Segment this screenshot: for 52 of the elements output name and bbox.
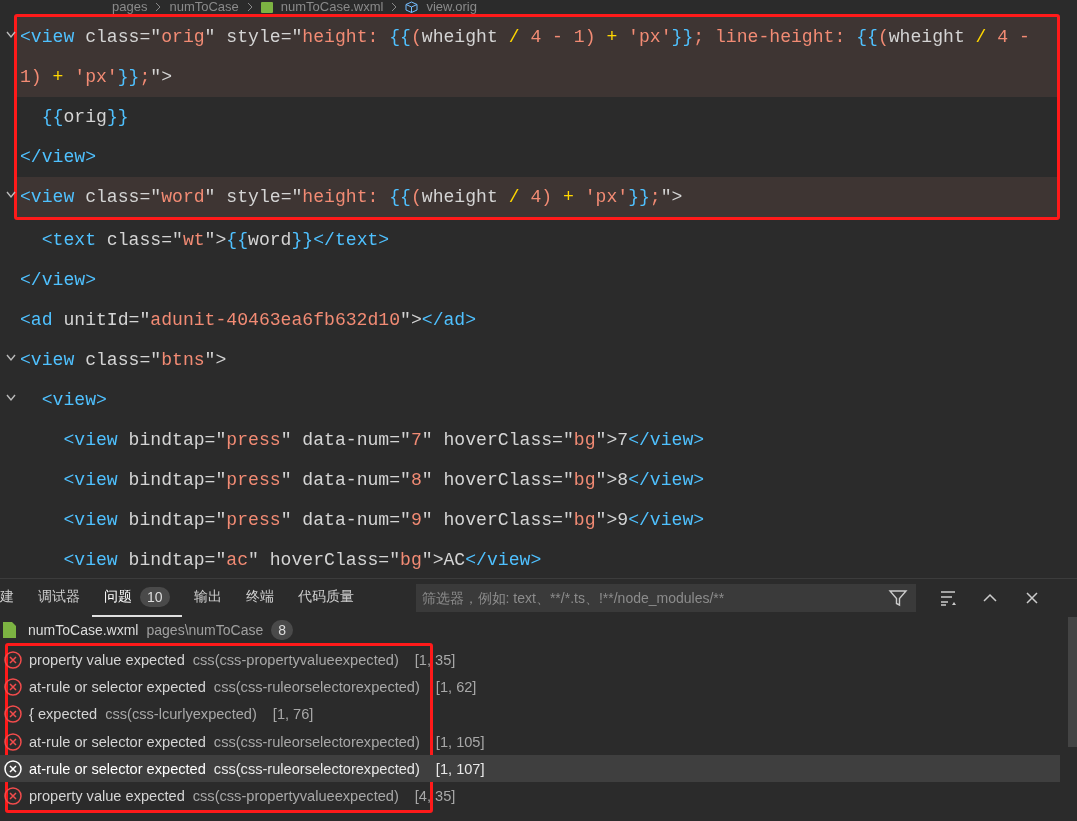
code-line: <view bindtap="ac" hoverClass="bg">AC</view> (62, 550, 542, 570)
problem-item[interactable]: at-rule or selector expected css(css-ruleorselectorexpected) [1, 105] (0, 727, 1060, 756)
file-name[interactable]: numToCase.wxml (28, 622, 139, 638)
breadcrumb-item[interactable]: pages (112, 0, 148, 14)
scrollbar[interactable] (1068, 617, 1077, 747)
problem-item[interactable]: at-rule or selector expected css(css-ruleorselectorexpected) [1, 107] (0, 755, 1060, 783)
fold-chevron-icon[interactable] (6, 354, 16, 362)
problem-item[interactable]: property value expected css(css-propertyvalueexpected) [1, 35] (0, 646, 1060, 674)
fold-chevron-icon[interactable] (6, 31, 16, 39)
error-icon (3, 704, 23, 725)
filter-field[interactable]: 筛选器，例如: text、**/*.ts、!**/node_modules/** (415, 584, 916, 612)
chevron-icon (246, 2, 253, 12)
code-line: 1) + 'px'}};"> (20, 67, 173, 87)
file-icon (260, 1, 273, 13)
code-line: <view class="orig" style="height: {{(wheight / 4 - 1) + 'px'}}; line-height: {{(wheight / 4 - (20, 27, 1030, 47)
file-path: pages\numToCase (146, 622, 264, 638)
code-line: </view> (20, 147, 96, 167)
code-line: <view class="word" style="height: {{(wheight / 4) + 'px'}};"> (20, 187, 683, 207)
panel-tab[interactable]: 问题 10 (92, 579, 182, 617)
panel-tab[interactable]: 调试器 (26, 579, 92, 617)
chevron-icon (155, 2, 162, 12)
panel-tab[interactable]: 建 (0, 579, 26, 617)
error-icon (3, 676, 23, 697)
count-badge: 8 (271, 620, 294, 640)
panel-tab[interactable]: 代码质量 (285, 579, 366, 617)
code-line: <view bindtap="press" data-num="8" hoverClass="bg">8</view> (62, 470, 705, 490)
problem-item[interactable]: at-rule or selector expected css(css-ruleorselectorexpected) [1, 62] (0, 673, 1060, 701)
breadcrumb-item[interactable]: numToCase (169, 0, 239, 14)
filter-icon[interactable] (887, 588, 908, 608)
code-line: <text class="wt">{{word}}</text> (40, 230, 390, 250)
error-icon (3, 731, 23, 752)
error-icon (3, 786, 23, 807)
code-line: {{orig}} (40, 107, 129, 127)
error-icon (3, 649, 23, 670)
error-icon (3, 758, 23, 779)
code-line: <view bindtap="press" data-num="9" hoverClass="bg">9</view> (62, 510, 705, 530)
code-line: <view> (40, 390, 107, 410)
problem-item[interactable]: property value expected css(css-propertyvalueexpected) [4, 35] (0, 782, 1060, 810)
code-line: <view class="btns"> (20, 350, 227, 370)
breadcrumb-item[interactable]: numToCase.wxml (280, 0, 384, 14)
code-line: <ad unitId="adunit-40463ea6fb632d10"></ad> (20, 310, 477, 330)
code-line: <view bindtap="press" data-num="7" hoverClass="bg">7</view> (62, 430, 705, 450)
cube-icon (405, 1, 419, 13)
problem-item[interactable]: { expected css(css-lcurlyexpected) [1, 76] (0, 700, 1060, 728)
fold-chevron-icon[interactable] (6, 191, 16, 199)
panel-tab[interactable]: 输出 (181, 579, 234, 617)
count-badge: 10 (140, 587, 170, 607)
fold-chevron-icon[interactable] (6, 394, 16, 402)
panel-tab[interactable]: 终端 (233, 579, 286, 617)
breadcrumb-item[interactable]: view.orig (426, 0, 477, 14)
chevron-icon (391, 2, 398, 12)
code-line: </view> (20, 270, 96, 290)
